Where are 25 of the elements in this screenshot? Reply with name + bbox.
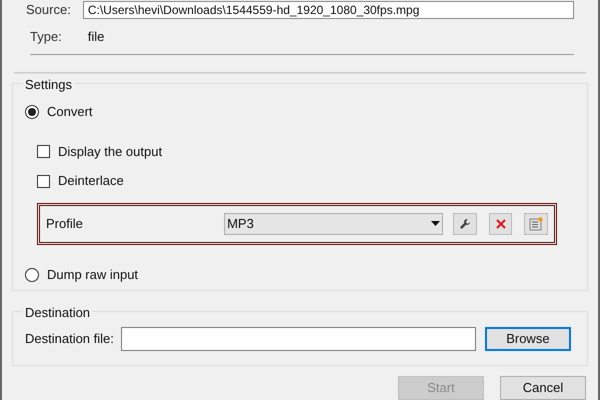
new-list-icon: [529, 216, 544, 231]
browse-button[interactable]: Browse: [484, 326, 571, 351]
source-field[interactable]: C:\Users\hevi\Downloads\1544559-hd_1920_1080_30fps.mpg: [82, 1, 574, 19]
radio-label: Convert: [47, 103, 93, 122]
checkbox-label: Display the output: [58, 142, 162, 161]
profile-label: Profile: [46, 215, 84, 234]
type-label: Type:: [30, 28, 62, 46]
checkbox-label: Deinterlace: [58, 172, 124, 190]
wrench-icon: [459, 218, 472, 230]
radio-option[interactable]: Dump raw input: [25, 264, 575, 284]
type-value: file: [88, 28, 104, 46]
checkbox[interactable]: [37, 145, 50, 158]
delete-profile-button[interactable]: [488, 212, 512, 235]
profile-dropdown[interactable]: MP3: [224, 212, 444, 235]
radio-label: Dump raw input: [47, 266, 138, 284]
delete-icon: [494, 218, 507, 230]
dialog-button[interactable]: Cancel: [500, 376, 586, 400]
checkbox[interactable]: [37, 174, 50, 188]
edit-profile-button[interactable]: [453, 212, 477, 235]
new-profile-button[interactable]: [524, 212, 548, 235]
dropdown-arrow-icon: [431, 221, 440, 226]
destination-label: Destination file:: [25, 330, 114, 348]
radio-option[interactable]: Convert: [25, 102, 575, 122]
source-label: Source:: [25, 1, 71, 20]
destination-field[interactable]: [120, 326, 476, 351]
